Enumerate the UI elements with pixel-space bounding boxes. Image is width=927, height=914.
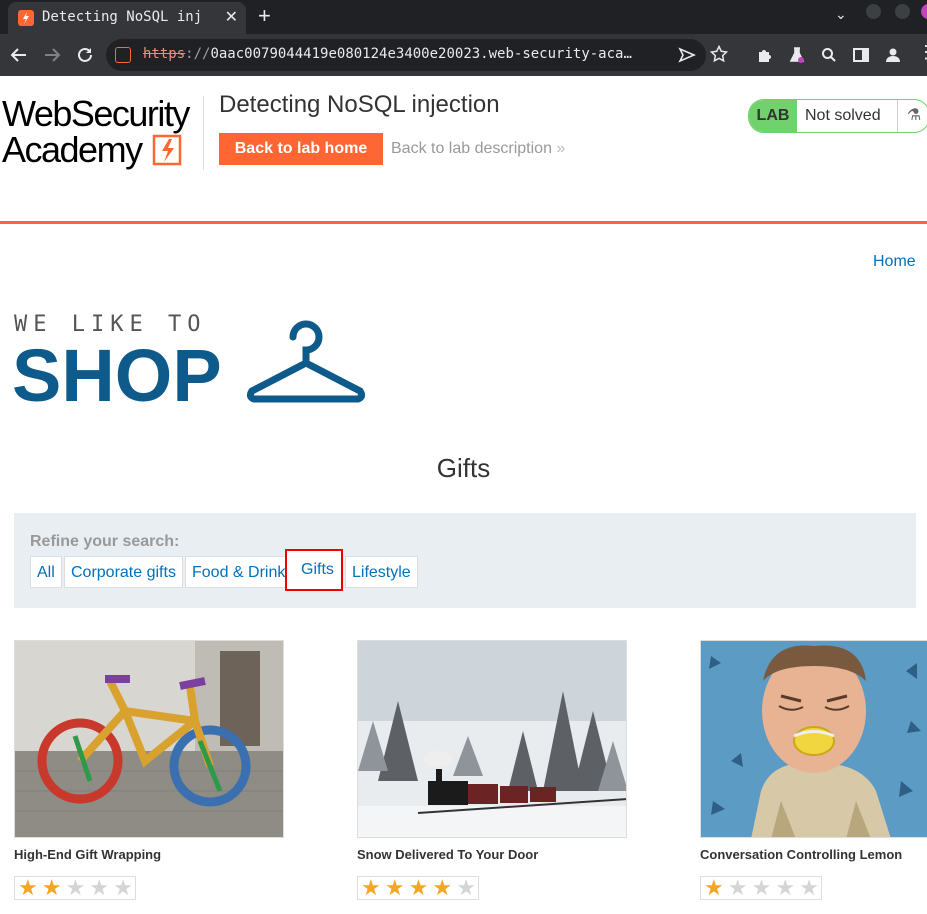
rating-stars: ★ ★ ★ ★ ★ — [14, 876, 136, 900]
search-icon[interactable] — [821, 47, 837, 63]
browser-toolbar: https://0aac0079044419e080124e3400e20023… — [0, 34, 927, 76]
product-image[interactable] — [14, 640, 284, 838]
product-image[interactable] — [700, 640, 927, 838]
site-info-icon[interactable] — [115, 47, 131, 63]
profile-icon[interactable] — [884, 46, 902, 64]
lab-status-text: Not solved — [805, 107, 881, 124]
svg-text:SHOP: SHOP — [14, 334, 222, 408]
star-icon: ★ — [751, 875, 772, 900]
we-like-to-shop-logo: WE LIKE TO SHOP — [12, 312, 374, 417]
side-panel-icon[interactable] — [852, 46, 870, 64]
window-minimize-icon[interactable] — [866, 4, 881, 19]
extensions-puzzle-icon[interactable] — [756, 46, 774, 64]
rating-stars: ★ ★ ★ ★ ★ — [357, 876, 479, 900]
star-icon: ★ — [18, 875, 38, 900]
lab-status-widget: LAB Not solved ⚗ — [748, 99, 927, 133]
forward-arrow-icon[interactable] — [43, 46, 61, 64]
rating-stars: ★ ★ ★ ★ ★ — [700, 876, 822, 900]
double-chevron-icon: » — [556, 140, 566, 157]
portswigger-favicon-icon — [18, 10, 34, 26]
category-title: Gifts — [436, 453, 491, 483]
address-bar[interactable]: https://0aac0079044419e080124e3400e20023… — [106, 39, 706, 71]
lab-title: Detecting NoSQL injection — [219, 91, 500, 118]
filter-food-and-drink[interactable]: Food & Drink — [185, 556, 293, 588]
back-to-lab-description-link[interactable]: Back to lab description » — [391, 140, 565, 158]
filter-corporate-gifts[interactable]: Corporate gifts — [64, 556, 183, 588]
header-divider — [203, 96, 204, 170]
reload-icon[interactable] — [76, 46, 94, 64]
star-icon: ★ — [384, 875, 405, 900]
star-icon: ★ — [65, 875, 86, 900]
tab-title: Detecting NoSQL inj — [42, 9, 203, 25]
window-maximize-icon[interactable] — [895, 4, 910, 19]
academy-bolt-icon — [152, 134, 182, 166]
home-link[interactable]: Home — [873, 253, 916, 271]
product-name: High-End Gift Wrapping — [14, 847, 162, 862]
url-text: https://0aac0079044419e080124e3400e20023… — [143, 46, 632, 62]
star-icon: ★ — [361, 875, 381, 900]
flask-icon: ⚗ — [897, 100, 927, 132]
star-icon: ★ — [775, 875, 796, 900]
product-image[interactable] — [357, 640, 627, 838]
product-name: Conversation Controlling Lemon — [700, 847, 903, 862]
product-name: Snow Delivered To Your Door — [357, 847, 539, 862]
star-icon: ★ — [41, 875, 62, 900]
browser-tab[interactable]: Detecting NoSQL inj ✕ — [8, 2, 246, 34]
bookmark-star-icon[interactable] — [710, 45, 728, 63]
star-icon: ★ — [704, 875, 724, 900]
lab-badge: LAB — [749, 100, 797, 132]
back-to-lab-home-button[interactable]: Back to lab home — [219, 133, 383, 165]
new-tab-icon[interactable]: + — [258, 3, 271, 29]
tab-search-chevron-icon[interactable]: ⌄ — [835, 6, 847, 23]
back-arrow-icon[interactable] — [10, 46, 28, 64]
window-close-icon[interactable] — [921, 4, 927, 19]
hanger-icon — [246, 320, 366, 403]
lab-extension-icon[interactable] — [788, 46, 806, 64]
menu-dots-icon[interactable]: ⋮ — [917, 42, 927, 63]
refine-search-label: Refine your search: — [30, 533, 180, 550]
star-icon: ★ — [727, 875, 748, 900]
send-icon[interactable] — [678, 46, 696, 64]
filter-gifts[interactable]: Gifts — [285, 549, 343, 591]
star-icon: ★ — [408, 875, 429, 900]
filter-all[interactable]: All — [30, 556, 62, 588]
star-icon: ★ — [799, 875, 819, 900]
filter-lifestyle[interactable]: Lifestyle — [345, 556, 418, 588]
star-icon: ★ — [113, 875, 133, 900]
star-icon: ★ — [89, 875, 110, 900]
star-icon: ★ — [432, 875, 453, 900]
close-tab-icon[interactable]: ✕ — [225, 7, 238, 27]
web-security-academy-logo[interactable]: WebSecurity Academy — [2, 96, 190, 168]
filter-panel: Refine your search: All Corporate gifts … — [14, 513, 916, 608]
star-icon: ★ — [456, 875, 476, 900]
browser-tab-bar: Detecting NoSQL inj ✕ + ⌄ — [0, 0, 927, 34]
lab-header: WebSecurity Academy Detecting NoSQL inje… — [0, 76, 927, 224]
